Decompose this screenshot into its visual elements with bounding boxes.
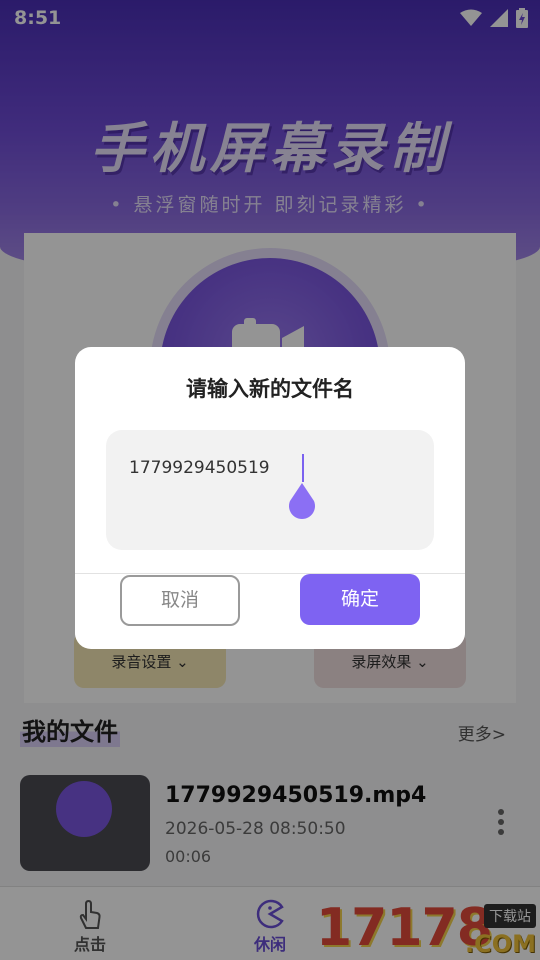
cancel-button[interactable]: 取消 — [120, 575, 240, 626]
filename-input-value[interactable]: 1779929450519 — [129, 458, 270, 478]
confirm-button[interactable]: 确定 — [300, 574, 420, 625]
text-cursor — [302, 454, 304, 482]
cursor-handle-icon[interactable] — [286, 483, 318, 519]
filename-input[interactable]: 1779929450519 — [106, 430, 434, 550]
dialog-title: 请输入新的文件名 — [186, 377, 354, 401]
rename-dialog: 请输入新的文件名 1779929450519 取消 确定 — [75, 347, 465, 649]
